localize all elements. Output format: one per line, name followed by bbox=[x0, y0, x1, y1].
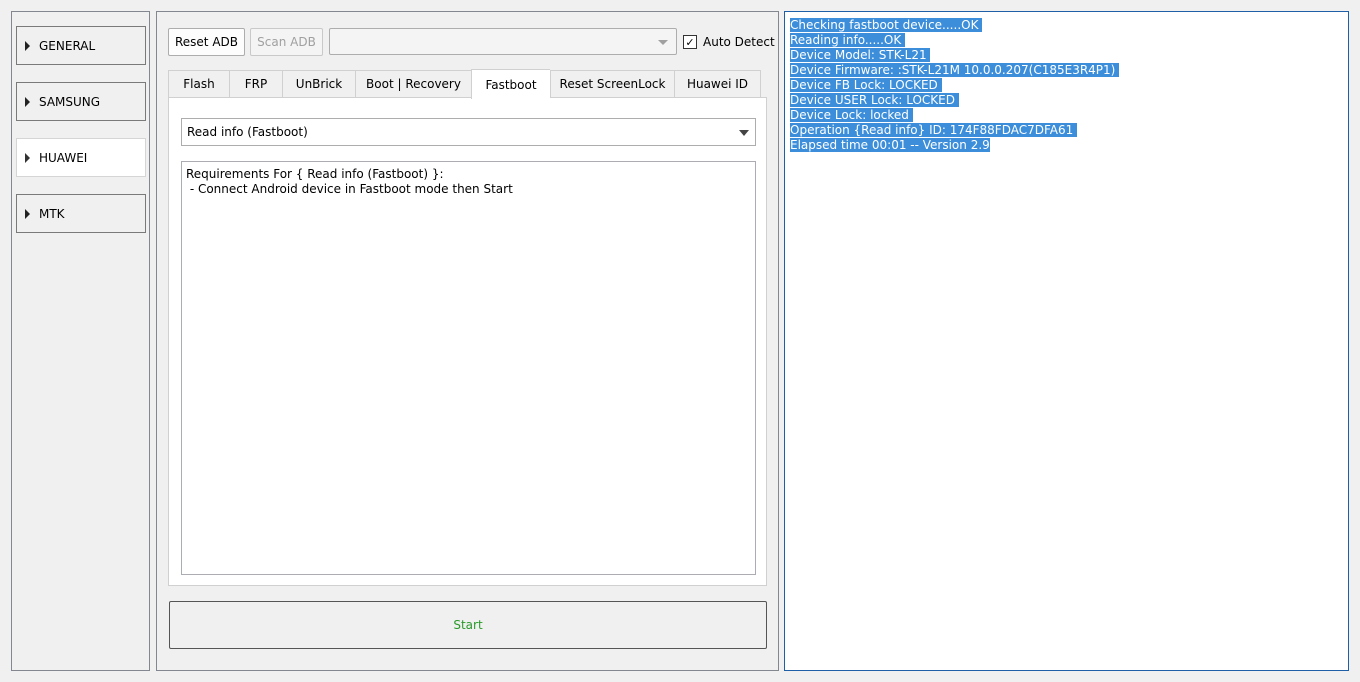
auto-detect-checkbox[interactable]: ✓ Auto Detect bbox=[683, 32, 775, 52]
category-label: SAMSUNG bbox=[39, 94, 101, 109]
expand-arrow-icon bbox=[25, 208, 30, 219]
log-line: Device Lock: locked bbox=[790, 108, 913, 122]
tab-bar: Flash FRP UnBrick Boot | Recovery Fastbo… bbox=[168, 69, 761, 99]
chevron-down-icon bbox=[658, 40, 668, 45]
tab-flash[interactable]: Flash bbox=[168, 70, 229, 98]
category-label: GENERAL bbox=[39, 38, 96, 53]
scan-adb-button[interactable]: Scan ADB bbox=[250, 28, 323, 56]
tab-unbrick[interactable]: UnBrick bbox=[282, 70, 355, 98]
expand-arrow-icon bbox=[25, 152, 30, 163]
tab-fastboot[interactable]: Fastboot bbox=[471, 69, 550, 99]
operation-select-value: Read info (Fastboot) bbox=[187, 125, 308, 139]
log-output[interactable]: Checking fastboot device.....OK Reading … bbox=[784, 11, 1349, 671]
start-button[interactable]: Start bbox=[169, 601, 767, 649]
expand-arrow-icon bbox=[25, 40, 30, 51]
log-line: Device USER Lock: LOCKED bbox=[790, 93, 959, 107]
log-line: Device FB Lock: LOCKED bbox=[790, 78, 942, 92]
category-general[interactable]: GENERAL bbox=[16, 26, 146, 65]
fastboot-tab-content: Read info (Fastboot) Requirements For { … bbox=[168, 97, 767, 586]
device-select[interactable] bbox=[329, 28, 677, 55]
category-panel: GENERAL SAMSUNG HUAWEI MTK bbox=[11, 11, 150, 671]
log-line: Device Firmware: :STK-L21M 10.0.0.207(C1… bbox=[790, 63, 1120, 77]
requirements-title: Requirements For { Read info (Fastboot) … bbox=[186, 167, 444, 181]
requirements-textbox[interactable]: Requirements For { Read info (Fastboot) … bbox=[181, 161, 756, 575]
expand-arrow-icon bbox=[25, 96, 30, 107]
auto-detect-label: Auto Detect bbox=[703, 35, 775, 49]
tab-huawei-id[interactable]: Huawei ID bbox=[674, 70, 761, 98]
tab-boot-recovery[interactable]: Boot | Recovery bbox=[355, 70, 471, 98]
chevron-down-icon bbox=[739, 130, 749, 136]
log-line: Device Model: STK-L21 bbox=[790, 48, 931, 62]
requirements-step: - Connect Android device in Fastboot mod… bbox=[186, 182, 513, 196]
log-line: Checking fastboot device.....OK bbox=[790, 18, 983, 32]
operation-select[interactable]: Read info (Fastboot) bbox=[181, 118, 756, 146]
tab-reset-screenlock[interactable]: Reset ScreenLock bbox=[550, 70, 674, 98]
category-mtk[interactable]: MTK bbox=[16, 194, 146, 233]
log-line: Reading info.....OK bbox=[790, 33, 906, 47]
log-line: Elapsed time 00:01 -- Version 2.9 bbox=[790, 138, 990, 152]
reset-adb-button[interactable]: Reset ADB bbox=[168, 28, 245, 56]
operations-panel: Reset ADB Scan ADB ✓ Auto Detect Flash F… bbox=[156, 11, 779, 671]
category-huawei[interactable]: HUAWEI bbox=[16, 138, 146, 177]
log-line: Operation {Read info} ID: 174F88FDAC7DFA… bbox=[790, 123, 1078, 137]
category-label: MTK bbox=[39, 206, 65, 221]
tab-frp[interactable]: FRP bbox=[229, 70, 282, 98]
category-samsung[interactable]: SAMSUNG bbox=[16, 82, 146, 121]
category-label: HUAWEI bbox=[39, 150, 88, 165]
checkmark-icon: ✓ bbox=[683, 35, 697, 49]
